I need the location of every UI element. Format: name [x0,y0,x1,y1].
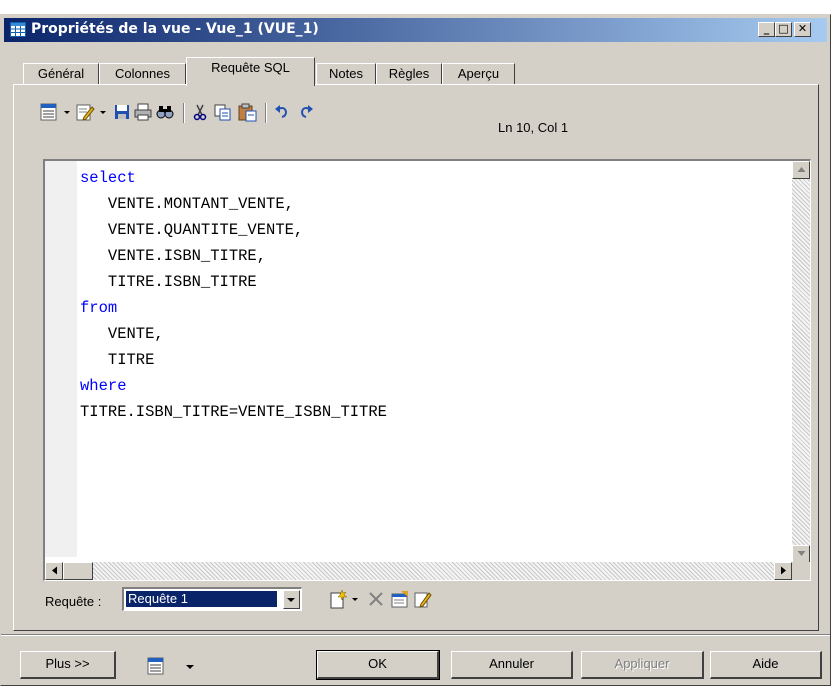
sql-code[interactable]: select VENTE.MONTANT_VENTE, VENTE.QUANTI… [80,165,387,425]
editor-gutter [45,161,77,557]
cut-icon [193,104,207,121]
sql-editor[interactable]: select VENTE.MONTANT_VENTE, VENTE.QUANTI… [43,159,811,581]
copy-icon [214,104,231,121]
toolbar-separator [265,103,267,123]
redo-icon [300,105,313,118]
new-query-dropdown[interactable] [351,588,359,610]
edit-query-button[interactable] [413,588,433,610]
save-button[interactable] [113,101,131,123]
sql-line: select [80,169,136,187]
new-document-icon [330,589,348,609]
query-label: Requête : [45,594,102,609]
cursor-position: Ln 10, Col 1 [498,120,569,135]
arrow-left-icon [51,566,57,575]
edit-icon [414,592,432,608]
help-button[interactable]: Aide [710,651,822,679]
close-icon: ✕ [797,22,808,35]
scroll-right-button[interactable] [774,562,792,580]
arrow-right-icon [780,566,786,575]
delete-query-button[interactable] [367,588,385,610]
sql-line: where [80,377,127,395]
horizontal-scroll-thumb[interactable] [63,562,93,580]
query-select-value: Requête 1 [126,591,277,607]
properties-icon [147,657,164,675]
apply-button[interactable]: Appliquer [581,651,704,679]
undo-icon [275,105,288,118]
minimize-icon: _ [763,22,770,35]
properties-icon [40,103,57,121]
print-icon [134,103,152,121]
maximize-icon: □ [778,22,789,35]
delete-icon [369,592,383,606]
dropdown-arrow-icon [100,111,106,114]
sql-line: VENTE.MONTANT_VENTE, [80,195,294,213]
more-button[interactable]: Plus >> [20,651,116,679]
new-query-button[interactable] [327,588,349,610]
sql-line: TITRE [80,351,155,369]
query-select[interactable]: Requête 1 [122,587,302,611]
dropdown-arrow-icon [287,598,295,602]
tab-general[interactable]: Général [23,63,99,85]
properties-dropdown[interactable] [63,101,71,123]
bottom-properties-dropdown[interactable] [185,655,195,677]
sql-line: VENTE.ISBN_TITRE, [80,247,267,265]
print-button[interactable] [133,101,153,123]
query-dropdown-button[interactable] [283,590,300,609]
sql-line: TITRE.ISBN_TITRE [80,273,257,291]
toolbar-separator [183,103,185,123]
edit-icon [76,104,95,121]
find-icon [156,106,174,119]
arrow-down-icon [797,551,805,556]
close-button[interactable]: ✕ [794,22,811,37]
minimize-button[interactable]: _ [758,22,775,37]
tab-requete-sql[interactable]: Requête SQL [186,57,315,86]
scroll-left-button[interactable] [45,562,63,580]
dropdown-arrow-icon [352,598,358,601]
save-icon [115,105,129,119]
sql-line: from [80,299,118,317]
undo-button[interactable] [273,101,291,123]
arrow-up-icon [797,167,805,172]
tab-regles[interactable]: Règles [376,63,442,85]
copy-button[interactable] [213,101,233,123]
properties-dialog: Propriétés de la vue - Vue_1 (VUE_1) _ □… [0,14,831,686]
query-properties-button[interactable] [389,588,411,610]
dropdown-arrow-icon [186,665,194,669]
window-title: Propriétés de la vue - Vue_1 (VUE_1) [31,21,319,37]
sql-line: VENTE, [80,325,164,343]
sql-line: TITRE.ISBN_TITRE=VENTE_ISBN_TITRE [80,403,387,421]
edit-button[interactable] [75,101,95,123]
maximize-button[interactable]: □ [775,22,792,37]
horizontal-scrollbar[interactable] [45,562,792,580]
find-button[interactable] [155,101,175,123]
tab-notes[interactable]: Notes [316,63,376,85]
view-table-icon [10,22,26,37]
scroll-down-button[interactable] [792,545,810,563]
paste-icon [238,103,257,122]
button-area-divider [1,634,830,636]
dropdown-arrow-icon [64,111,70,114]
tab-colonnes[interactable]: Colonnes [99,63,186,85]
cancel-button[interactable]: Annuler [451,651,573,679]
cut-button[interactable] [191,101,209,123]
bottom-properties-button[interactable] [146,655,166,677]
properties-button[interactable] [39,101,59,123]
ok-button[interactable]: OK [316,650,440,680]
vertical-scrollbar[interactable] [792,161,810,563]
redo-button[interactable] [297,101,315,123]
sql-line: VENTE.QUANTITE_VENTE, [80,221,304,239]
scroll-up-button[interactable] [792,161,810,179]
tab-apercu[interactable]: Aperçu [442,63,515,85]
properties-icon [391,591,408,608]
title-bar[interactable]: Propriétés de la vue - Vue_1 (VUE_1) _ □… [4,18,827,42]
edit-dropdown[interactable] [99,101,107,123]
paste-button[interactable] [237,101,259,123]
scrollbar-corner [792,562,810,580]
